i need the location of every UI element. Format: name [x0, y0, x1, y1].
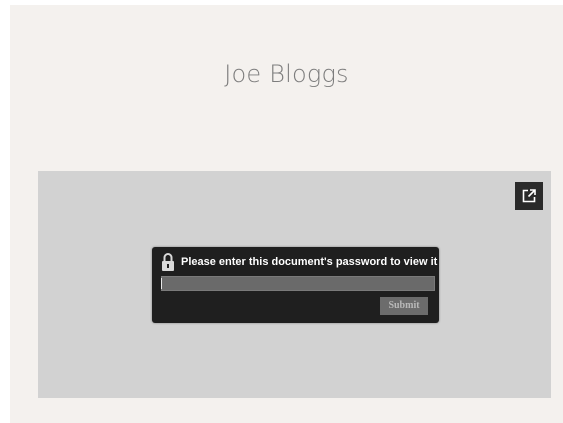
submit-button[interactable]: Submit	[380, 297, 428, 315]
page-container: Joe Bloggs Please enter this document's …	[10, 5, 563, 423]
password-input[interactable]	[161, 276, 435, 291]
text-caret	[161, 278, 162, 289]
popout-button[interactable]	[515, 182, 543, 210]
padlock-icon	[162, 253, 174, 271]
document-viewer: Please enter this document's password to…	[38, 171, 551, 398]
password-dialog: Please enter this document's password to…	[152, 247, 439, 323]
open-in-new-icon	[522, 189, 536, 203]
password-prompt: Please enter this document's password to…	[181, 256, 438, 268]
page-title: Joe Bloggs	[224, 60, 349, 88]
